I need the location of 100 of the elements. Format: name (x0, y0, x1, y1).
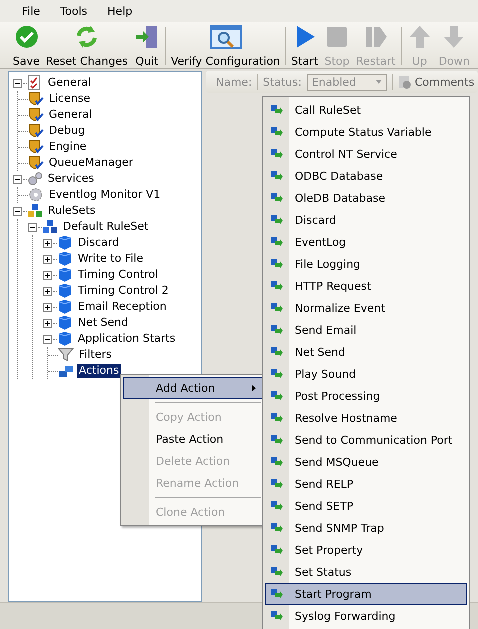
submenu-item[interactable]: Start Program (265, 583, 467, 605)
submenu-item[interactable]: Syslog Forwarding (265, 605, 467, 627)
menu-item[interactable]: Help (100, 2, 141, 20)
submenu-item[interactable]: Set Property (265, 539, 467, 561)
expand-icon[interactable] (43, 254, 52, 264)
menu-item[interactable]: Tools (52, 2, 96, 20)
tree-item[interactable]: Net Send (76, 316, 131, 330)
tree-item[interactable]: Debug (47, 124, 88, 138)
toolbar-button[interactable]: Start (288, 24, 322, 68)
expand-icon[interactable] (43, 270, 52, 280)
action-icon (271, 236, 283, 248)
action-icon (271, 566, 283, 578)
cube-icon (57, 299, 73, 315)
context-menu-item[interactable]: Add Action (123, 377, 263, 399)
submenu-item[interactable]: ODBC Database (265, 165, 467, 187)
tree-item[interactable]: Timing Control 2 (76, 284, 171, 298)
tree-item[interactable]: Engine (47, 140, 89, 154)
shield-check-icon (28, 155, 44, 171)
submenu-item[interactable]: Compute Status Variable (265, 121, 467, 143)
submenu-item[interactable]: HTTP Request (265, 275, 467, 297)
action-icon (271, 478, 283, 490)
action-icon (271, 126, 283, 138)
action-icon (271, 170, 283, 182)
submenu-item[interactable]: Normalize Event (265, 297, 467, 319)
toolbar-button[interactable]: Save (10, 24, 44, 68)
submenu-item[interactable]: Call RuleSet (265, 99, 467, 121)
expand-icon[interactable] (43, 302, 52, 312)
tree-item[interactable]: QueueManager (47, 156, 136, 170)
context-menu-item[interactable]: Paste Action (123, 428, 263, 450)
collapse-icon[interactable] (13, 174, 22, 184)
submenu-item[interactable]: Send MSQueue (265, 451, 467, 473)
checklist-icon (27, 75, 43, 91)
tree-item[interactable]: Discard (76, 236, 122, 250)
tree-item[interactable]: Timing Control (76, 268, 160, 282)
menu-item[interactable]: File (14, 2, 48, 20)
tree-item[interactable]: General (47, 108, 94, 122)
tree-item[interactable]: Services (46, 172, 96, 186)
submenu-item[interactable]: Net Send (265, 341, 467, 363)
submenu-arrow-icon (252, 384, 256, 392)
cube-icon (57, 251, 73, 267)
gears-icon (27, 171, 43, 187)
action-icon (271, 500, 283, 512)
checkmark-icon (14, 24, 40, 50)
action-icon (271, 148, 283, 160)
restart-icon (363, 24, 390, 50)
action-icon (271, 522, 283, 534)
tree-item[interactable]: License (47, 92, 92, 106)
action-icon (271, 368, 283, 380)
expand-icon[interactable] (43, 318, 52, 328)
submenu-item[interactable]: Send RELP (265, 473, 467, 495)
action-icon (271, 324, 283, 336)
toolbar-button[interactable]: Quit (131, 24, 164, 68)
action-icon (271, 544, 283, 556)
funnel-icon (58, 347, 74, 363)
expand-icon[interactable] (43, 238, 52, 248)
submenu-item[interactable]: Set Status (265, 561, 467, 583)
tree-item[interactable]: Filters (77, 348, 114, 362)
submenu-item[interactable]: Discard (265, 209, 467, 231)
tree-item[interactable]: Actions (77, 364, 122, 378)
collapse-icon[interactable] (13, 78, 22, 88)
submenu-item[interactable]: Control NT Service (265, 143, 467, 165)
tree-item[interactable]: Eventlog Monitor V1 (47, 188, 163, 202)
toolbar-button[interactable]: Verify Configuration (168, 24, 284, 68)
gear-icon (28, 187, 44, 203)
action-icon (271, 412, 283, 424)
cube-icon (57, 283, 73, 299)
cube-icon (57, 331, 73, 347)
tree-item[interactable]: Write to File (76, 252, 146, 266)
submenu-item[interactable]: Send to Communication Port (265, 429, 467, 451)
submenu-item[interactable]: Play Sound (265, 363, 467, 385)
caret-icon (376, 80, 382, 84)
tree-item[interactable]: General (46, 76, 94, 90)
action-icon (271, 258, 283, 270)
submenu-item[interactable]: Post Processing (265, 385, 467, 407)
collapse-icon[interactable] (43, 334, 52, 344)
action-icon (271, 104, 283, 116)
submenu-item[interactable]: Send Email (265, 319, 467, 341)
toolbar-button[interactable]: Reset Changes (43, 24, 132, 68)
submenu-item[interactable]: File Logging (265, 253, 467, 275)
action-icon (271, 280, 283, 292)
cubes-icon (42, 219, 58, 235)
tree-item[interactable]: Application Starts (76, 332, 178, 346)
tree-item[interactable]: Email Reception (76, 300, 169, 314)
tree-item[interactable]: Default RuleSet (61, 220, 151, 234)
action-icon (271, 192, 283, 204)
shield-check-icon (28, 139, 44, 155)
submenu-item[interactable]: Send SNMP Trap (265, 517, 467, 539)
windows-icon (58, 363, 74, 379)
cube-icon (57, 267, 73, 283)
submenu-item[interactable]: Send SETP (265, 495, 467, 517)
submenu-item[interactable]: EventLog (265, 231, 467, 253)
submenu-item[interactable]: Resolve Hostname (265, 407, 467, 429)
action-icon (271, 390, 283, 402)
collapse-icon[interactable] (13, 206, 22, 216)
action-icon (271, 302, 283, 314)
tree-item[interactable]: RuleSets (46, 204, 98, 218)
collapse-icon[interactable] (28, 222, 37, 232)
expand-icon[interactable] (43, 286, 52, 296)
comments-button[interactable]: Comments (398, 75, 475, 89)
submenu-item[interactable]: OleDB Database (265, 187, 467, 209)
